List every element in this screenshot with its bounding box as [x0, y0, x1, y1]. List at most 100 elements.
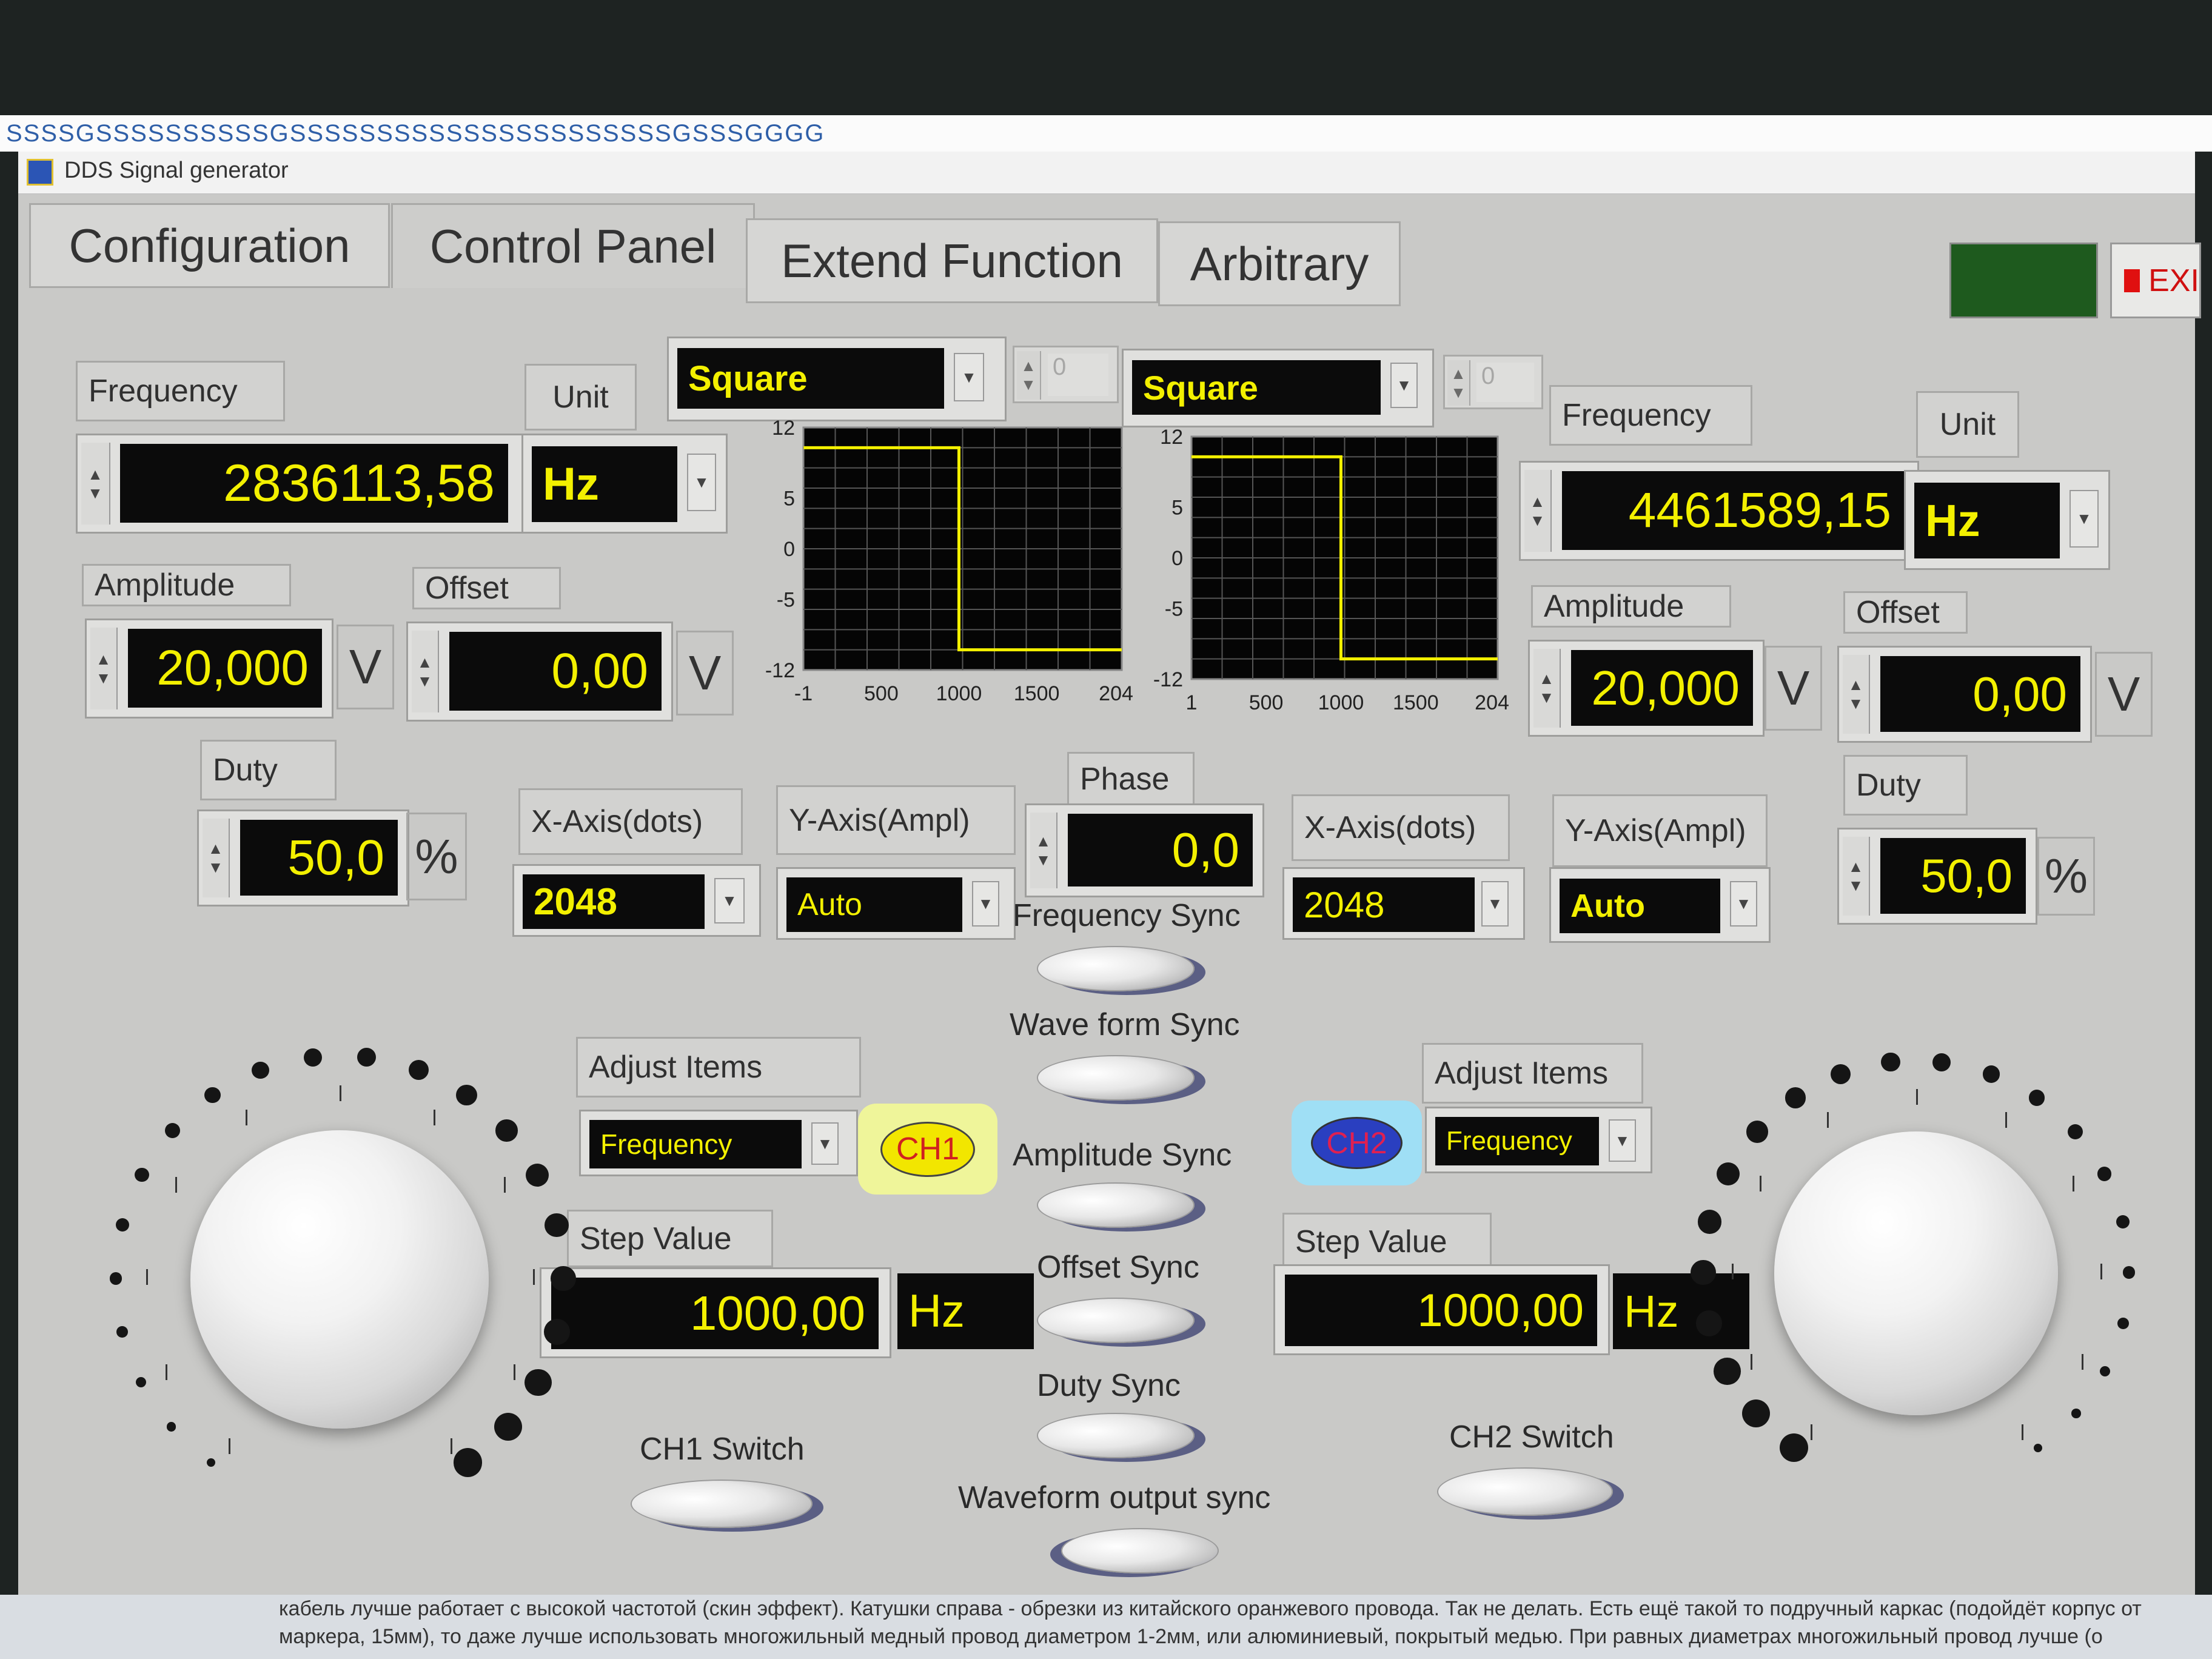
ch1-duty-control[interactable]: ▲ ▼ 50,0 [197, 809, 409, 907]
ch1-frequency-label: Frequency [76, 361, 285, 421]
ch2-adjust-value[interactable]: Frequency [1435, 1117, 1599, 1165]
ch2-unit-value[interactable]: Hz [1914, 483, 2060, 558]
tab-arbitrary[interactable]: Arbitrary [1158, 221, 1401, 306]
ch2-duty-control[interactable]: ▲ ▼ 50,0 [1837, 828, 2037, 925]
chevron-down-icon[interactable]: ▼ [1481, 881, 1509, 927]
ch2-duty-display[interactable]: 50,0 [1880, 838, 2026, 914]
ch1-index-spinner[interactable]: ▲ ▼ [1017, 351, 1041, 400]
ch1-amplitude-spinner[interactable]: ▲ ▼ [90, 628, 118, 709]
ch1-x-tick-label: 1000 [936, 682, 982, 705]
ch1-waveform-select[interactable]: Square ▼ [667, 337, 1007, 421]
knob-scale-dot [204, 1087, 221, 1104]
chevron-down-icon[interactable]: ▼ [2070, 490, 2099, 548]
ch1-frequency-spinner[interactable]: ▲ ▼ [81, 443, 110, 525]
amplitude-sync-toggle[interactable] [1037, 1182, 1195, 1228]
ch1-duty-display[interactable]: 50,0 [240, 820, 398, 896]
ch2-adjust-knob-dial[interactable] [1680, 1037, 2153, 1510]
tab-configuration[interactable]: Configuration [29, 203, 390, 288]
ch1-step-control[interactable]: 1000,00 [540, 1267, 891, 1358]
ch2-yaxis-select[interactable]: Auto ▼ [1549, 867, 1771, 943]
frequency-sync-toggle[interactable] [1037, 946, 1195, 991]
knob-tick [1750, 1354, 1752, 1370]
knob-scale-dot [116, 1326, 128, 1338]
ch2-badge[interactable]: CH2 [1292, 1101, 1422, 1185]
ch2-adjust-select[interactable]: Frequency ▼ [1425, 1107, 1652, 1173]
ch1-frequency-control[interactable]: ▲ ▼ 2836113,58 [76, 434, 525, 534]
ch1-offset-spinner[interactable]: ▲ ▼ [412, 631, 439, 712]
knob-scale-dot [453, 1448, 483, 1478]
chevron-down-icon[interactable]: ▼ [1609, 1119, 1636, 1162]
waveform-sync-toggle[interactable] [1037, 1055, 1195, 1101]
ch2-index-spinner[interactable]: ▲ ▼ [1447, 360, 1470, 406]
ch1-adjust-value[interactable]: Frequency [589, 1120, 802, 1168]
ch2-amplitude-spinner[interactable]: ▲ ▼ [1533, 649, 1561, 728]
ch1-amplitude-control[interactable]: ▲ ▼ 20,000 [85, 618, 333, 719]
chevron-down-icon[interactable]: ▼ [811, 1122, 839, 1165]
ch2-amplitude-display[interactable]: 20,000 [1571, 650, 1753, 726]
ch2-amplitude-control[interactable]: ▲ ▼ 20,000 [1528, 640, 1765, 737]
chevron-down-icon[interactable]: ▼ [972, 881, 999, 927]
ch2-yaxis-value[interactable]: Auto [1560, 879, 1720, 933]
ch1-unit-value[interactable]: Hz [532, 446, 677, 522]
ch1-waveform-value[interactable]: Square [677, 348, 944, 409]
phase-control[interactable]: ▲ ▼ 0,0 [1025, 803, 1264, 897]
knob-body[interactable] [190, 1130, 489, 1429]
ch1-xaxis-value[interactable]: 2048 [523, 874, 705, 929]
ch1-xaxis-select[interactable]: 2048 ▼ [512, 864, 761, 937]
ch2-unit-select[interactable]: Hz ▼ [1904, 470, 2110, 570]
chevron-down-icon[interactable]: ▼ [1390, 363, 1418, 408]
ch2-offset-display[interactable]: 0,00 [1880, 656, 2080, 732]
ch1-amplitude-display[interactable]: 20,000 [128, 629, 322, 708]
ch2-step-control[interactable]: 1000,00 [1273, 1264, 1610, 1355]
ch1-frequency-display[interactable]: 2836113,58 [120, 444, 508, 523]
offset-sync-toggle[interactable] [1037, 1298, 1195, 1343]
knob-tick [165, 1364, 167, 1381]
knob-tick [1732, 1264, 1734, 1280]
ch2-offset-spinner[interactable]: ▲ ▼ [1843, 655, 1870, 734]
frequency-sync-label: Frequency Sync [1013, 898, 1241, 933]
chevron-down-icon[interactable]: ▼ [714, 878, 745, 923]
waveform-output-sync-toggle[interactable] [1061, 1528, 1219, 1574]
ch2-xaxis-select[interactable]: 2048 ▼ [1282, 867, 1525, 940]
ch2-index-control[interactable]: ▲ ▼ 0 [1443, 355, 1543, 409]
ch1-yaxis-value[interactable]: Auto [786, 877, 962, 932]
ch1-unit-select[interactable]: Hz ▼ [521, 434, 728, 534]
tab-extend-function[interactable]: Extend Function [746, 218, 1158, 303]
ch2-xaxis-value[interactable]: 2048 [1293, 877, 1475, 932]
ch2-index-value[interactable]: 0 [1476, 363, 1534, 402]
chevron-down-icon[interactable]: ▼ [687, 454, 716, 511]
ch1-offset-display[interactable]: 0,00 [449, 632, 662, 711]
phase-display[interactable]: 0,0 [1068, 814, 1253, 886]
ch2-frequency-display[interactable]: 4461589,15 [1562, 471, 1905, 550]
chevron-down-icon[interactable]: ▼ [954, 353, 984, 401]
exit-button[interactable]: EXI [2110, 243, 2201, 318]
ch1-adjust-select[interactable]: Frequency ▼ [579, 1110, 858, 1176]
knob-body[interactable] [1774, 1131, 2058, 1415]
ch1-badge[interactable]: CH1 [858, 1104, 997, 1195]
ch1-index-value[interactable]: 0 [1048, 354, 1108, 396]
ch1-adjust-knob-dial[interactable] [91, 1031, 588, 1528]
ch2-waveform-value[interactable]: Square [1132, 360, 1381, 415]
ch2-frequency-control[interactable]: ▲ ▼ 4461589,15 [1519, 461, 1919, 561]
knob-scale-dot [1932, 1053, 1951, 1071]
ch2-duty-spinner[interactable]: ▲ ▼ [1843, 837, 1870, 916]
ch1-duty-spinner[interactable]: ▲ ▼ [203, 819, 230, 897]
ch1-step-display[interactable]: 1000,00 [551, 1278, 879, 1349]
ch2-step-display[interactable]: 1000,00 [1285, 1275, 1597, 1346]
ch1-offset-control[interactable]: ▲ ▼ 0,00 [406, 622, 673, 722]
ch2-frequency-spinner[interactable]: ▲ ▼ [1524, 470, 1552, 552]
tab-control-panel[interactable]: Control Panel [391, 203, 755, 288]
ch1-switch-toggle[interactable] [631, 1480, 813, 1528]
ch2-x-tick-label: 1500 [1393, 691, 1439, 714]
ch1-y-tick-label: 0 [783, 538, 795, 561]
ch1-index-control[interactable]: ▲ ▼ 0 [1013, 346, 1119, 403]
ch2-waveform-select[interactable]: Square ▼ [1122, 349, 1434, 427]
ch2-offset-control[interactable]: ▲ ▼ 0,00 [1837, 646, 2092, 743]
duty-sync-toggle[interactable] [1037, 1413, 1195, 1458]
ch1-yaxis-select[interactable]: Auto ▼ [776, 867, 1016, 940]
ch2-switch-toggle[interactable] [1437, 1467, 1613, 1516]
phase-spinner[interactable]: ▲ ▼ [1030, 813, 1057, 888]
ch2-amplitude-label: Amplitude [1531, 585, 1731, 628]
ch1-amplitude-label: Amplitude [82, 564, 291, 606]
chevron-down-icon[interactable]: ▼ [1730, 881, 1757, 927]
